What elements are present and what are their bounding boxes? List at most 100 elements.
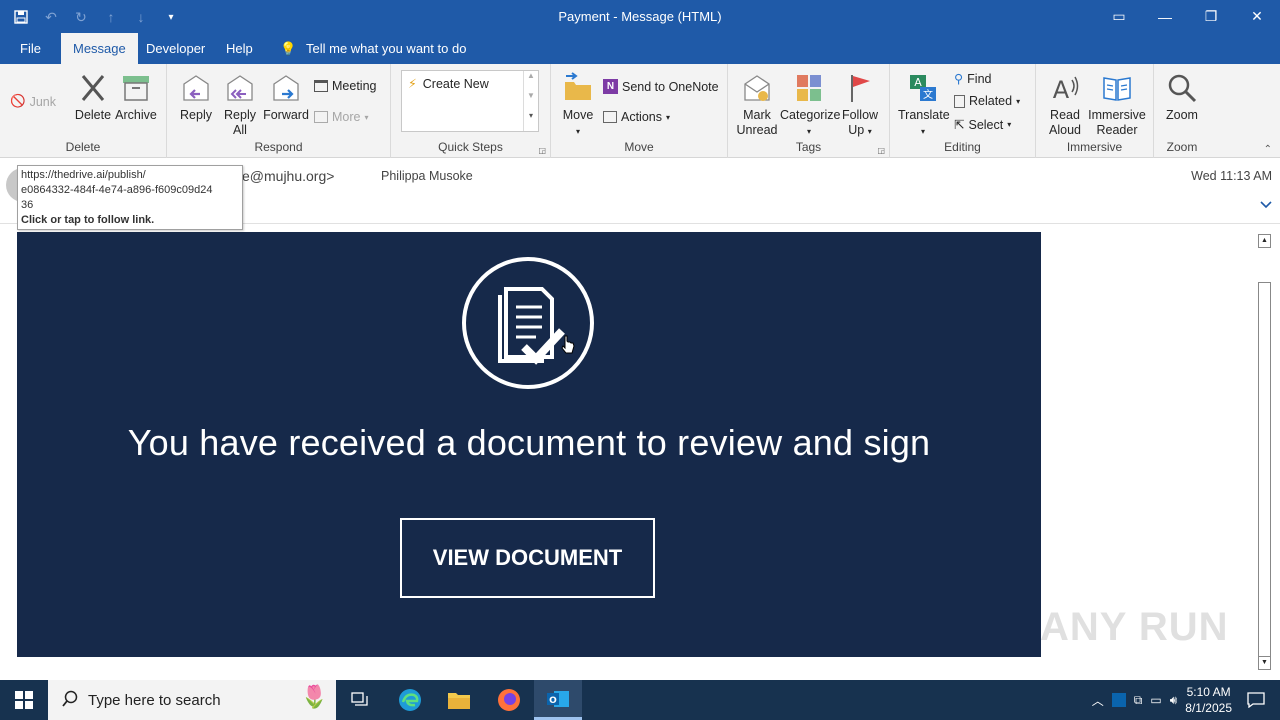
zoom-button[interactable]: Zoom [1162, 72, 1202, 123]
scroll-down-icon[interactable]: ▼ [524, 91, 538, 111]
view-document-button[interactable]: VIEW DOCUMENT [400, 518, 655, 598]
mark-unread-icon [744, 75, 770, 101]
recipient-name[interactable]: Philippa Musoke [381, 169, 473, 183]
editing-group-label: Editing [944, 140, 981, 154]
move-button[interactable]: Move ▾ [559, 72, 597, 139]
related-button[interactable]: Related ▾ [954, 94, 1020, 108]
cursor-icon: ⇱ [954, 118, 965, 132]
anyrun-watermark: ANY RUN [1040, 605, 1229, 649]
editing-group: A文 Translate ▾ ⚲ Find Related ▾ ⇱ Select… [890, 64, 1036, 158]
reading-pane-scrollbar[interactable]: ▲ ▼ [1256, 232, 1273, 672]
quick-steps-label: Quick Steps [438, 140, 503, 154]
delete-group-label: Delete [65, 140, 101, 154]
quick-steps-scroll[interactable]: ▲ ▼ ▾ [523, 71, 538, 131]
read-aloud-button[interactable]: A Read Aloud [1042, 72, 1088, 138]
clock[interactable]: 5:10 AM 8/1/2025 [1185, 684, 1232, 716]
junk-icon: 🚫 [10, 94, 26, 108]
restore-button[interactable]: ❐ [1188, 0, 1234, 33]
more-respond-button[interactable]: More ▾ [314, 110, 369, 124]
mark-unread-button[interactable]: Mark Unread [734, 72, 780, 138]
ribbon-display-options-icon[interactable]: ▭ [1096, 0, 1142, 33]
follow-up-button[interactable]: Follow Up ▾ [840, 72, 880, 139]
app-tray-icon[interactable]: ⧉ [1134, 693, 1143, 708]
meeting-button[interactable]: Meeting [314, 79, 376, 93]
close-button[interactable]: ✕ [1234, 0, 1280, 33]
title-bar: ↶ ↻ ↑ ↓ ▾ Payment - Message (HTML) ▭ — ❐… [0, 0, 1280, 33]
message-date: Wed 11:13 AM [1191, 169, 1272, 183]
notification-center-icon[interactable] [1232, 680, 1280, 720]
categorize-button[interactable]: Categorize ▾ [780, 72, 840, 139]
edge-browser-icon[interactable] [386, 680, 434, 720]
email-body-banner[interactable]: You have received a document to review a… [17, 232, 1041, 657]
windows-start-icon[interactable] [0, 680, 48, 720]
categorize-icon [797, 75, 821, 101]
forward-button[interactable]: Forward [263, 72, 309, 123]
chevron-down-icon: ▾ [1016, 96, 1021, 106]
reply-all-button[interactable]: Reply All [221, 72, 259, 138]
chevron-down-icon: ▾ [364, 112, 369, 122]
minimize-button[interactable]: — [1142, 0, 1188, 33]
sender-address[interactable]: e@mujhu.org> [242, 168, 334, 184]
select-button[interactable]: ⇱ Select ▾ [954, 117, 1012, 133]
svg-text:A: A [1053, 76, 1070, 104]
immersive-reader-button[interactable]: Immersive Reader [1086, 72, 1148, 138]
tab-help[interactable]: Help [226, 33, 253, 64]
find-button[interactable]: ⚲ Find [954, 71, 991, 87]
junk-button[interactable]: 🚫 Junk [10, 94, 56, 109]
dialog-launcher-icon[interactable]: ◲ [538, 146, 546, 155]
translate-button[interactable]: A文 Translate ▾ [898, 72, 950, 139]
quick-steps-gallery: ⚡ Create New ▲ ▼ ▾ [401, 70, 539, 132]
network-icon[interactable]: ▭ [1150, 693, 1161, 707]
chevron-down-icon: ▾ [920, 127, 925, 136]
taskbar: Type here to search 🌷 O ︿ ⧉ ▭ 🔊︎ 5:10 AM… [0, 680, 1280, 720]
tab-developer[interactable]: Developer [146, 33, 205, 64]
search-highlight-icon: 🌷 [300, 684, 328, 709]
flag-icon [851, 75, 870, 102]
translate-icon: A文 [910, 75, 936, 101]
delete-button[interactable]: Delete [74, 72, 112, 123]
zoom-group-label: Zoom [1166, 140, 1198, 154]
tell-me-search[interactable]: Tell me what you want to do [306, 33, 466, 64]
scroll-down-icon[interactable]: ▼ [1258, 656, 1271, 670]
reply-button[interactable]: Reply [177, 72, 215, 123]
window-controls: ▭ — ❐ ✕ [1096, 0, 1280, 33]
expand-gallery-icon[interactable]: ▾ [524, 111, 538, 131]
chevron-down-icon: ▾ [806, 127, 811, 136]
firefox-icon[interactable] [485, 680, 533, 720]
chevron-down-icon: ▾ [575, 127, 580, 136]
forward-icon [273, 75, 299, 101]
more-icon [314, 111, 328, 123]
tab-message[interactable]: Message [61, 33, 138, 64]
read-aloud-icon: A [1053, 76, 1079, 104]
outlook-tray-icon[interactable] [1111, 693, 1126, 707]
expand-header-icon[interactable] [1260, 198, 1272, 212]
dialog-launcher-icon[interactable]: ◲ [877, 146, 885, 155]
archive-button[interactable]: Archive [114, 72, 158, 123]
file-explorer-icon[interactable] [435, 680, 483, 720]
volume-icon[interactable]: 🔊︎ [1170, 693, 1178, 708]
create-new-quickstep[interactable]: ⚡ Create New [408, 76, 489, 92]
scrollbar-thumb[interactable] [1258, 282, 1271, 657]
lightbulb-icon: 💡 [280, 41, 297, 56]
chevron-down-icon: ▾ [867, 127, 872, 136]
chevron-down-icon: ▾ [1007, 120, 1012, 129]
document-check-icon [462, 257, 594, 389]
scroll-up-icon[interactable]: ▲ [1258, 234, 1271, 248]
delete-group: 🚫 Junk Delete Archive Delete [0, 64, 167, 158]
window-title: Payment - Message (HTML) [558, 9, 722, 24]
outlook-taskbar-icon[interactable]: O [534, 680, 582, 720]
ribbon: 🚫 Junk Delete Archive Delete Reply Reply… [0, 64, 1280, 158]
svg-text:O: O [549, 696, 557, 706]
show-hidden-icons-icon[interactable]: ︿ [1092, 692, 1104, 709]
scroll-up-icon[interactable]: ▲ [524, 71, 538, 91]
archive-icon [123, 76, 149, 101]
task-view-icon[interactable] [336, 680, 384, 720]
reply-all-icon [227, 75, 253, 101]
actions-button[interactable]: Actions ▾ [603, 110, 670, 124]
related-icon [954, 94, 965, 108]
send-to-onenote-button[interactable]: N Send to OneNote [603, 79, 719, 94]
taskbar-search-box[interactable]: Type here to search 🌷 [48, 680, 336, 720]
tab-file[interactable]: File [20, 33, 41, 64]
actions-icon [603, 111, 617, 123]
collapse-ribbon-icon[interactable]: ⌃ [1264, 144, 1272, 155]
